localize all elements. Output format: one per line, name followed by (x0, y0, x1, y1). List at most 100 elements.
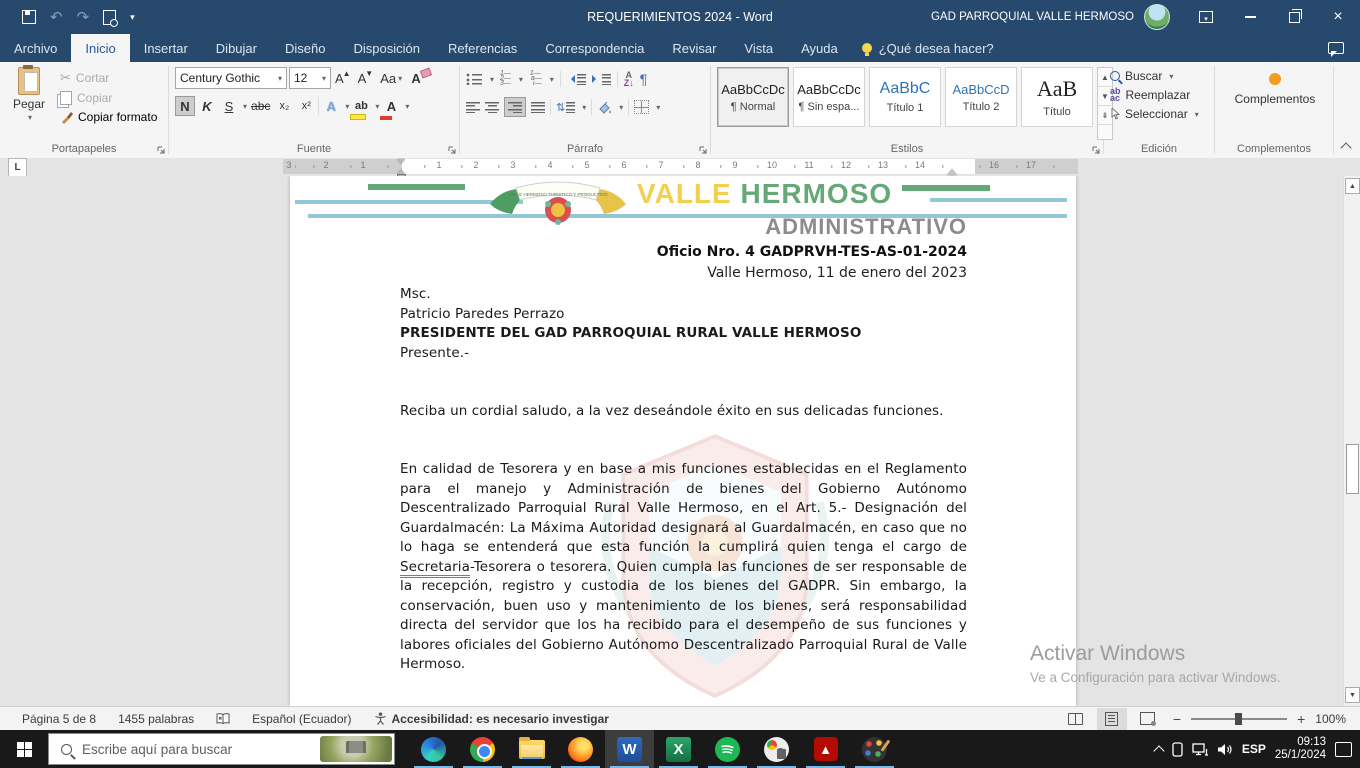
collapse-ribbon-icon[interactable] (1340, 142, 1351, 153)
highlight-color-button[interactable]: ab (351, 96, 371, 116)
redo-icon[interactable]: ↷ (77, 10, 90, 25)
dialog-launcher-icon[interactable] (156, 145, 166, 155)
oficio-date[interactable]: Valle Hermoso, 11 de enero del 2023 (707, 265, 967, 281)
underline-button[interactable]: S (219, 96, 239, 116)
dialog-launcher-icon[interactable] (447, 145, 457, 155)
align-center-button[interactable] (485, 101, 499, 113)
print-preview-icon[interactable] (103, 10, 116, 25)
ribbon-display-options-button[interactable]: ▾ (1184, 0, 1228, 34)
align-right-button[interactable] (504, 97, 526, 117)
italic-button[interactable]: K (197, 96, 217, 116)
taskbar-acrobat[interactable]: ▲ (801, 730, 850, 768)
taskbar-firefox[interactable] (556, 730, 605, 768)
tab-correspondencia[interactable]: Correspondencia (531, 34, 658, 62)
taskbar-clock[interactable]: 09:13 25/1/2024 (1275, 736, 1326, 762)
volume-icon[interactable] (1217, 743, 1233, 756)
scroll-down-icon[interactable]: ▼ (1345, 687, 1360, 703)
shrink-font-button[interactable]: A▼ (356, 68, 377, 88)
zoom-slider[interactable] (1191, 718, 1287, 720)
superscript-button[interactable]: x² (296, 96, 316, 116)
dialog-launcher-icon[interactable] (1091, 145, 1101, 155)
tell-me-box[interactable]: ¿Qué desea hacer? (852, 34, 1004, 62)
body-paragraph[interactable]: En calidad de Tesorera y en base a mis f… (400, 460, 967, 675)
document-page[interactable]: VALLE HERMOSO TURISTICO Y PRODUCTIVO VAL… (290, 176, 1076, 706)
header-logo-crest[interactable]: VALLE HERMOSO TURISTICO Y PRODUCTIVO (478, 176, 638, 228)
taskbar-secure-browser[interactable] (752, 730, 801, 768)
style-titulo-1[interactable]: AaBbC Título 1 (869, 67, 941, 127)
clear-formatting-button[interactable]: A (406, 68, 426, 88)
save-icon[interactable] (22, 10, 36, 24)
word-count[interactable]: 1455 palabras (118, 712, 194, 726)
tab-revisar[interactable]: Revisar (658, 34, 730, 62)
find-button[interactable]: Buscar▾ (1110, 69, 1199, 83)
tab-vista[interactable]: Vista (730, 34, 787, 62)
increase-indent-button[interactable] (592, 73, 611, 85)
format-painter-button[interactable]: Copiar formato (60, 110, 157, 124)
dialog-launcher-icon[interactable] (698, 145, 708, 155)
network-icon[interactable] (1192, 743, 1208, 756)
hanging-indent-marker[interactable] (397, 165, 405, 174)
replace-button[interactable]: abac Reemplazar (1110, 88, 1199, 102)
customize-qat-icon[interactable]: ▾ (130, 12, 135, 23)
underline-dropdown-icon[interactable]: ▾ (243, 102, 247, 111)
taskbar-file-explorer[interactable] (507, 730, 556, 768)
greeting-paragraph[interactable]: Reciba un cordial saludo, a la vez deseá… (400, 402, 967, 422)
account-name[interactable]: GAD PARROQUIAL VALLE HERMOSO (931, 11, 1134, 23)
bold-button[interactable]: N (175, 96, 195, 116)
select-button[interactable]: Seleccionar▾ (1110, 107, 1199, 121)
header-green-bar-right[interactable] (902, 185, 990, 191)
page-indicator[interactable]: Página 5 de 8 (22, 712, 96, 726)
font-color-button[interactable]: A (381, 96, 401, 116)
zoom-in-icon[interactable]: + (1293, 711, 1309, 727)
print-layout-button[interactable] (1097, 708, 1127, 730)
pilcrow-button[interactable]: ¶ (640, 71, 648, 87)
taskbar-word[interactable]: W (605, 730, 654, 768)
input-language-indicator[interactable]: ESP (1242, 742, 1266, 756)
tab-inicio[interactable]: Inicio (71, 34, 129, 62)
taskbar-excel[interactable]: X (654, 730, 703, 768)
line-spacing-button[interactable]: ⇅ (556, 101, 575, 114)
web-layout-button[interactable] (1133, 708, 1163, 730)
recipient-block[interactable]: Msc. Patricio Paredes Perrazo PRESIDENTE… (400, 285, 861, 363)
copy-button[interactable]: Copiar (60, 91, 157, 105)
document-area[interactable]: VALLE HERMOSO TURISTICO Y PRODUCTIVO VAL… (0, 176, 1360, 706)
font-size-select[interactable]: 12▾ (289, 67, 331, 89)
style-titulo[interactable]: AaB Título (1021, 67, 1093, 127)
show-hidden-icons[interactable] (1155, 744, 1163, 755)
search-daily-image[interactable] (320, 736, 392, 762)
style-titulo-2[interactable]: AaBbCcD Título 2 (945, 67, 1017, 127)
shading-button[interactable] (597, 101, 612, 114)
taskbar-edge[interactable] (409, 730, 458, 768)
cut-button[interactable]: ✂ Cortar (60, 70, 157, 86)
horizontal-ruler[interactable]: 32112345678910111213141617 (283, 159, 1078, 174)
taskbar-spotify[interactable] (703, 730, 752, 768)
font-name-select[interactable]: Century Gothic▾ (175, 67, 287, 89)
start-button[interactable] (0, 730, 48, 768)
numbering-button[interactable]: 1—2—3— (500, 72, 511, 86)
zoom-slider-thumb[interactable] (1235, 713, 1242, 725)
oficio-number[interactable]: Oficio Nro. 4 GADPRVH-TES-AS-01-2024 (657, 244, 967, 260)
undo-icon[interactable]: ↶ (50, 10, 63, 25)
action-center-icon[interactable] (1335, 742, 1352, 757)
tab-archivo[interactable]: Archivo (0, 34, 71, 62)
tab-ayuda[interactable]: Ayuda (787, 34, 852, 62)
read-mode-button[interactable] (1061, 708, 1091, 730)
scrollbar-thumb[interactable] (1346, 444, 1359, 494)
vertical-scrollbar[interactable]: ▲ ▼ (1343, 176, 1360, 706)
strikethrough-button[interactable]: abc (249, 96, 272, 116)
tab-dibujar[interactable]: Dibujar (202, 34, 271, 62)
minimize-button[interactable] (1228, 0, 1272, 34)
style-normal[interactable]: AaBbCcDc ¶ Normal (717, 67, 789, 127)
your-phone-icon[interactable] (1172, 742, 1183, 757)
header-blue-bar-right[interactable] (930, 198, 1067, 202)
scroll-up-icon[interactable]: ▲ (1345, 178, 1360, 194)
borders-button[interactable] (634, 100, 649, 114)
header-brand-text[interactable]: VALLE HERMOSO (637, 178, 892, 210)
style-sin-espaciado[interactable]: AaBbCcDc ¶ Sin espa... (793, 67, 865, 127)
grow-font-button[interactable]: A▲ (333, 68, 354, 88)
tab-insertar[interactable]: Insertar (130, 34, 202, 62)
text-effects-button[interactable]: A (321, 96, 341, 116)
restore-button[interactable] (1272, 0, 1316, 34)
taskbar-paint[interactable] (850, 730, 899, 768)
subscript-button[interactable]: x₂ (274, 96, 294, 116)
